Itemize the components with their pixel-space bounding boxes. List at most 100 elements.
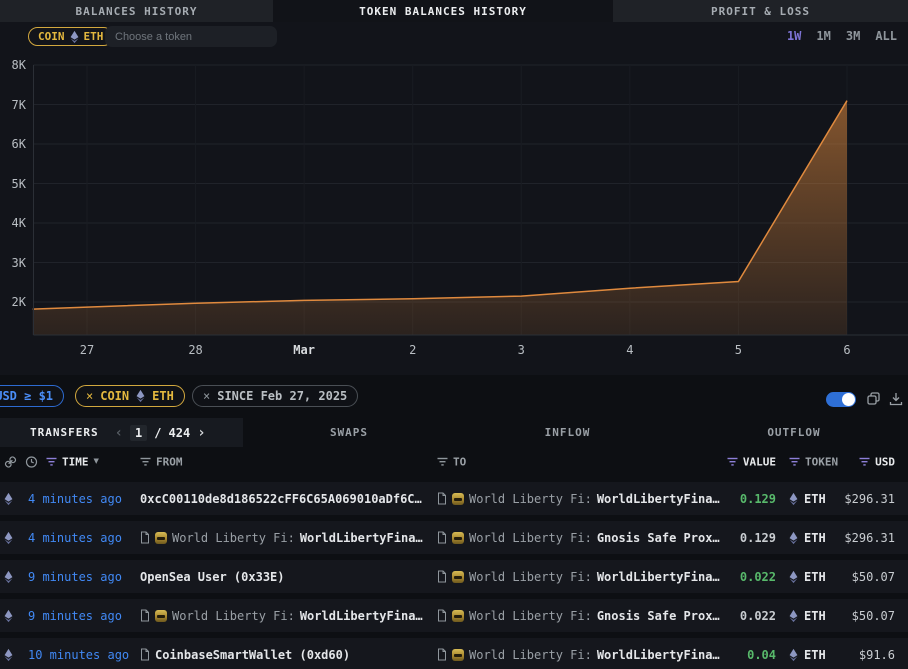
from-address-link[interactable]: World Liberty Fi: WorldLibertyFina… <box>140 531 423 545</box>
table-row[interactable]: 10 minutes ago CoinbaseSmartWallet (0xd6… <box>0 638 908 669</box>
download-icon[interactable] <box>888 391 904 407</box>
usd-filter-label: USD ≥ $1 <box>0 389 53 403</box>
table-row[interactable]: 4 minutes ago World Liberty Fi: WorldLib… <box>0 521 908 554</box>
table-row[interactable]: 9 minutes ago OpenSea User (0x33E) World… <box>0 560 908 593</box>
from-address-link[interactable]: 0xcC00110de8d186522cFF6C65A069010aDf6C… <box>140 492 422 506</box>
eth-icon <box>4 531 13 545</box>
contract-icon <box>437 609 447 622</box>
filter-icon[interactable] <box>437 457 448 466</box>
column-header-from[interactable]: FROM <box>140 455 183 468</box>
range-3m[interactable]: 3M <box>846 29 860 43</box>
contract-icon <box>140 609 150 622</box>
coin-label: COIN <box>100 389 129 403</box>
filter-pill-since[interactable]: × SINCE Feb 27, 2025 <box>192 385 358 407</box>
to-address-link[interactable]: World Liberty Fi: WorldLibertyFina… <box>437 648 720 662</box>
from-address-link[interactable]: World Liberty Fi: WorldLibertyFina… <box>140 609 423 623</box>
range-1w[interactable]: 1W <box>787 29 801 43</box>
contract-icon <box>437 570 447 583</box>
tab-balances-history[interactable]: BALANCES HISTORY <box>0 0 273 22</box>
time-link[interactable]: 10 minutes ago <box>28 648 129 662</box>
column-header-token[interactable]: TOKEN <box>789 455 838 468</box>
next-page-icon[interactable]: › <box>197 425 205 441</box>
contract-icon <box>437 648 447 661</box>
token-symbol-label: ETH <box>152 389 174 403</box>
time-link[interactable]: 4 minutes ago <box>28 492 122 506</box>
column-header-value[interactable]: VALUE <box>727 455 776 468</box>
from-address-link[interactable]: OpenSea User (0x33E) <box>140 570 285 584</box>
token-search-input[interactable] <box>105 26 277 47</box>
y-axis-tick: 4K <box>0 215 26 231</box>
close-icon[interactable]: × <box>86 389 93 403</box>
range-all[interactable]: ALL <box>875 29 897 43</box>
x-axis-tick: 2 <box>409 343 416 357</box>
toggle-knob <box>842 393 855 406</box>
time-link[interactable]: 9 minutes ago <box>28 609 122 623</box>
y-axis-tick: 6K <box>0 136 26 152</box>
entity-logo <box>155 610 167 622</box>
x-axis-tick: 3 <box>518 343 525 357</box>
tab-profit-loss[interactable]: PROFIT & LOSS <box>613 0 908 22</box>
contract-icon <box>140 648 150 661</box>
to-address-link[interactable]: World Liberty Fi: WorldLibertyFina… <box>437 570 720 584</box>
eth-icon <box>789 648 798 662</box>
copy-icon[interactable] <box>866 391 882 407</box>
filter-pill-token[interactable]: × COIN ETH <box>75 385 185 407</box>
table-row[interactable]: 9 minutes ago World Liberty Fi: WorldLib… <box>0 599 908 632</box>
to-address-link[interactable]: World Liberty Fi: Gnosis Safe Prox… <box>437 531 720 545</box>
tab-outflow[interactable]: OUTFLOW <box>680 418 908 447</box>
eth-icon <box>789 570 798 584</box>
y-axis-tick: 3K <box>0 255 26 271</box>
token-cell: ETH <box>789 531 826 545</box>
transfer-value: 0.022 <box>740 609 776 623</box>
selected-token-pill[interactable]: COIN ETH <box>28 27 113 46</box>
tab-inflow[interactable]: INFLOW <box>455 418 680 447</box>
contract-icon <box>437 531 447 544</box>
transfer-value: 0.04 <box>747 648 776 662</box>
clock-icon[interactable] <box>25 455 38 468</box>
to-address-link[interactable]: World Liberty Fi: WorldLibertyFina… <box>437 492 720 506</box>
prev-page-icon[interactable]: ‹ <box>115 425 123 441</box>
token-cell: ETH <box>789 609 826 623</box>
column-header-time[interactable]: TIME ▼ <box>46 455 99 468</box>
coin-label: COIN <box>38 30 65 43</box>
balance-area-chart[interactable] <box>0 55 908 365</box>
x-axis-tick: 27 <box>80 343 94 357</box>
entity-logo <box>452 610 464 622</box>
tab-transfers[interactable]: TRANSFERS ‹ 1 / 424 › <box>0 418 243 447</box>
range-1m[interactable]: 1M <box>816 29 830 43</box>
token-balances-dashboard: BALANCES HISTORY TOKEN BALANCES HISTORY … <box>0 0 908 669</box>
usd-toggle[interactable] <box>826 392 856 407</box>
column-header-usd[interactable]: USD <box>859 455 895 468</box>
since-filter-label: SINCE Feb 27, 2025 <box>217 389 347 403</box>
column-header-to[interactable]: TO <box>437 455 466 468</box>
time-link[interactable]: 4 minutes ago <box>28 531 122 545</box>
x-axis-tick: Mar <box>293 343 315 357</box>
link-icon[interactable] <box>4 455 17 468</box>
table-tab-bar: TRANSFERS ‹ 1 / 424 › SWAPS INFLOW OUTFL… <box>0 418 908 447</box>
close-icon[interactable]: × <box>203 389 210 403</box>
filter-icon[interactable] <box>140 457 151 466</box>
filter-icon[interactable] <box>46 457 57 466</box>
eth-icon <box>70 30 79 44</box>
tab-swaps[interactable]: SWAPS <box>243 418 455 447</box>
transfer-value: 0.129 <box>740 492 776 506</box>
from-address-link[interactable]: CoinbaseSmartWallet (0xd60) <box>140 648 350 662</box>
filter-icon[interactable] <box>859 457 870 466</box>
pagination: ‹ 1 / 424 › <box>115 425 206 441</box>
y-axis-tick: 8K <box>0 57 26 73</box>
token-cell: ETH <box>789 570 826 584</box>
contract-icon <box>140 531 150 544</box>
eth-icon <box>4 648 13 662</box>
usd-value: $50.07 <box>852 609 895 623</box>
current-page[interactable]: 1 <box>130 425 147 441</box>
transfers-label: TRANSFERS <box>30 426 99 439</box>
filter-icon[interactable] <box>789 457 800 466</box>
usd-value: $91.6 <box>859 648 895 662</box>
time-link[interactable]: 9 minutes ago <box>28 570 122 584</box>
table-row[interactable]: 4 minutes ago 0xcC00110de8d186522cFF6C65… <box>0 482 908 515</box>
to-address-link[interactable]: World Liberty Fi: Gnosis Safe Prox… <box>437 609 720 623</box>
filter-icon[interactable] <box>727 457 738 466</box>
tab-token-balances-history[interactable]: TOKEN BALANCES HISTORY <box>273 0 613 22</box>
filter-pill-usd[interactable]: × USD ≥ $1 <box>0 385 64 407</box>
token-cell: ETH <box>789 648 826 662</box>
